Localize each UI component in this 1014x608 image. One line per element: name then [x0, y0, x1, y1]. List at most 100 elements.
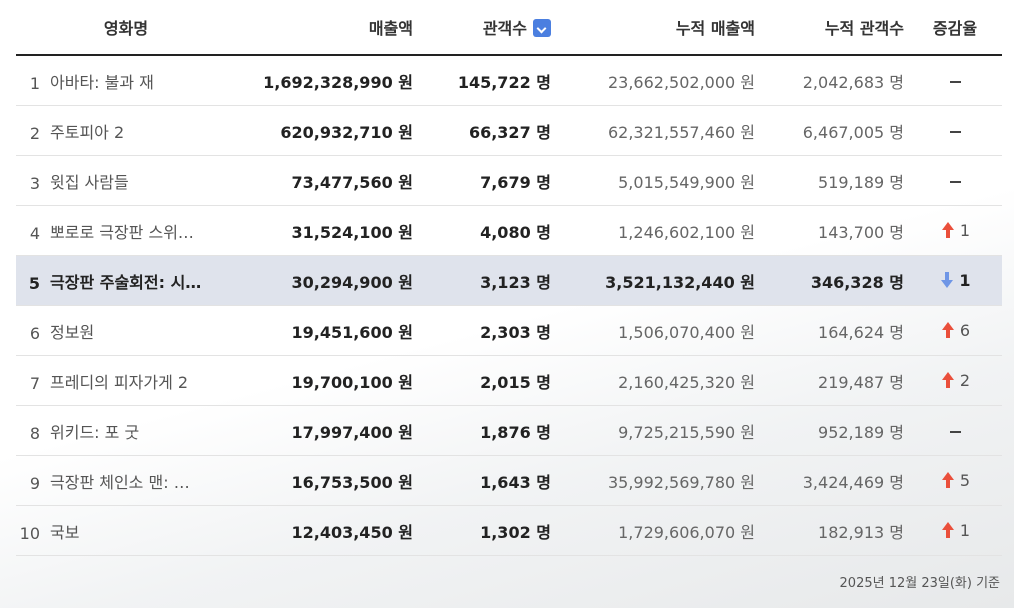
sales-value: 16,753,500 원	[291, 472, 413, 492]
rank-number: 9	[29, 473, 40, 493]
cum-sales-value: 9,725,215,590 원	[618, 422, 755, 442]
cell-cum-sales: 5,015,549,900 원	[557, 155, 759, 206]
sales-value: 31,524,100 원	[291, 222, 413, 242]
no-change-dash-icon	[949, 430, 961, 433]
cell-cum-sales: 2,160,425,320 원	[557, 355, 759, 406]
rank-number: 5	[28, 273, 40, 293]
cell-cum-sales: 35,992,569,780 원	[557, 455, 759, 506]
cell-audience: 1,643 명	[421, 455, 557, 506]
movie-title-link[interactable]: 프레디의 피자가게 2	[50, 369, 188, 393]
rank-number: 2	[29, 123, 40, 143]
sales-value: 17,997,400 원	[291, 422, 413, 442]
cell-sales: 30,294,900 원	[236, 255, 421, 306]
cum-sales-value: 1,729,606,070 원	[618, 522, 755, 542]
table-row[interactable]: 6 정보원 19,451,600 원 2,303 명 1,506,070,400 원 16…	[16, 305, 1002, 356]
header-audience-label: 관객수	[482, 19, 527, 38]
cell-change	[908, 55, 1002, 106]
sales-value: 30,294,900 원	[291, 272, 413, 292]
header-change-label: 증감율	[932, 19, 978, 38]
cell-cum-sales: 9,725,215,590 원	[557, 405, 759, 456]
movie-title-link[interactable]: 극장판 체인소 맨: …	[50, 469, 190, 493]
cum-sales-value: 2,160,425,320 원	[618, 372, 755, 392]
cell-sales: 19,700,100 원	[236, 355, 421, 406]
header-title[interactable]: 영화명	[16, 0, 236, 56]
no-change-dash-icon	[949, 80, 961, 83]
cell-cum-audience: 182,913 명	[759, 505, 908, 556]
cell-sales: 1,692,328,990 원	[236, 55, 421, 106]
header-cum-audience-label: 누적 관객수	[824, 19, 904, 38]
sort-desc-icon[interactable]	[533, 19, 551, 37]
cell-title: 10 국보	[16, 505, 236, 556]
cell-cum-audience: 3,424,469 명	[759, 455, 908, 506]
box-office-table: 영화명 매출액 관객수 누적 매출액 누적 관객수 증감율 1 아바타: 불과 재…	[16, 0, 1002, 556]
arrow-up-icon	[940, 222, 954, 238]
movie-title-link[interactable]: 윗집 사람들	[50, 169, 129, 193]
cum-audience-value: 952,189 명	[818, 422, 904, 442]
change-value: 1	[959, 521, 971, 540]
audience-value: 66,327 명	[468, 122, 551, 142]
cum-sales-value: 1,506,070,400 원	[618, 322, 755, 342]
movie-title-link[interactable]: 극장판 주술회전: 시…	[50, 269, 201, 293]
cum-audience-value: 2,042,683 명	[802, 72, 904, 92]
cell-cum-audience: 519,189 명	[759, 155, 908, 206]
movie-title-link[interactable]: 아바타: 불과 재	[50, 69, 154, 93]
cell-audience: 2,303 명	[421, 305, 557, 356]
header-audience[interactable]: 관객수	[421, 0, 557, 56]
reference-date: 2025년 12월 23일(화) 기준	[839, 576, 1000, 591]
cell-cum-sales: 62,321,557,460 원	[557, 105, 759, 156]
header-sales-label: 매출액	[368, 19, 413, 38]
movie-title-link[interactable]: 위키드: 포 굿	[50, 419, 139, 443]
change-value: 5	[959, 471, 971, 490]
table-row[interactable]: 7 프레디의 피자가게 2 19,700,100 원 2,015 명 2,160,425…	[16, 355, 1002, 406]
cum-sales-value: 23,662,502,000 원	[607, 72, 755, 92]
cell-audience: 1,876 명	[421, 405, 557, 456]
cell-cum-sales: 1,246,602,100 원	[557, 205, 759, 256]
cell-cum-sales: 23,662,502,000 원	[557, 55, 759, 106]
cell-cum-audience: 2,042,683 명	[759, 55, 908, 106]
cum-sales-value: 1,246,602,100 원	[618, 222, 755, 242]
header-sales[interactable]: 매출액	[236, 0, 421, 56]
movie-title-link[interactable]: 주토피아 2	[50, 119, 124, 143]
arrow-up-icon	[940, 522, 954, 538]
movie-title-link[interactable]: 정보원	[50, 319, 94, 343]
cell-audience: 66,327 명	[421, 105, 557, 156]
audience-value: 2,303 명	[480, 322, 551, 342]
table-row[interactable]: 2 주토피아 2 620,932,710 원 66,327 명 62,321,557,4…	[16, 105, 1002, 156]
sales-value: 12,403,450 원	[291, 522, 413, 542]
cell-change: 1	[908, 255, 1002, 306]
table-row[interactable]: 10 국보 12,403,450 원 1,302 명 1,729,606,070 원 18…	[16, 505, 1002, 556]
cell-title: 4 뽀로로 극장판 스위…	[16, 205, 236, 256]
table-row[interactable]: 9 극장판 체인소 맨: … 16,753,500 원 1,643 명 35,992,5…	[16, 455, 1002, 506]
cell-change: 2	[908, 355, 1002, 406]
arrow-up-icon	[940, 372, 954, 388]
table-row[interactable]: 3 윗집 사람들 73,477,560 원 7,679 명 5,015,549,900 …	[16, 155, 1002, 206]
sales-value: 19,451,600 원	[291, 322, 413, 342]
cell-change	[908, 105, 1002, 156]
header-cum-audience[interactable]: 누적 관객수	[759, 0, 908, 56]
cell-audience: 7,679 명	[421, 155, 557, 206]
header-cum-sales-label: 누적 매출액	[675, 19, 755, 38]
cum-audience-value: 143,700 명	[818, 222, 904, 242]
header-change[interactable]: 증감율	[908, 0, 1002, 56]
cell-sales: 31,524,100 원	[236, 205, 421, 256]
audience-value: 2,015 명	[480, 372, 551, 392]
cum-sales-value: 62,321,557,460 원	[607, 122, 755, 142]
rank-number: 6	[29, 323, 40, 343]
cell-title: 3 윗집 사람들	[16, 155, 236, 206]
sales-value: 19,700,100 원	[291, 372, 413, 392]
box-office-table-container: 영화명 매출액 관객수 누적 매출액 누적 관객수 증감율 1 아바타: 불과 재…	[16, 0, 1002, 556]
audience-value: 1,876 명	[480, 422, 551, 442]
table-row[interactable]: 1 아바타: 불과 재 1,692,328,990 원 145,722 명 23,662…	[16, 55, 1002, 106]
arrow-up-icon	[940, 322, 954, 338]
change-value: 6	[959, 321, 971, 340]
cell-change: 1	[908, 205, 1002, 256]
movie-title-link[interactable]: 국보	[50, 519, 79, 543]
table-row[interactable]: 8 위키드: 포 굿 17,997,400 원 1,876 명 9,725,215,59…	[16, 405, 1002, 456]
header-cum-sales[interactable]: 누적 매출액	[557, 0, 759, 56]
cell-cum-audience: 219,487 명	[759, 355, 908, 406]
table-row[interactable]: 5 극장판 주술회전: 시… 30,294,900 원 3,123 명 3,521,13…	[16, 255, 1002, 306]
audience-value: 1,302 명	[480, 522, 551, 542]
cell-change	[908, 405, 1002, 456]
movie-title-link[interactable]: 뽀로로 극장판 스위…	[50, 219, 194, 243]
table-row[interactable]: 4 뽀로로 극장판 스위… 31,524,100 원 4,080 명 1,246,602…	[16, 205, 1002, 256]
